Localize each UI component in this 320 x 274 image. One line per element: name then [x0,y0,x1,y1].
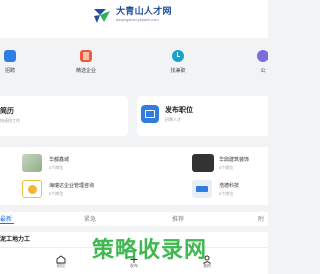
app-page: 大青山人才网 daqingshan.yejiaoli.com 招聘 精选企业 找… [0,0,268,274]
company-item[interactable]: 华鼎建筑装饰 0个岗位 [192,154,268,174]
company-name: 华都鑫城 [49,157,70,163]
site-logo[interactable]: 大青山人才网 daqingshan.yejiaoli.com [91,6,172,26]
category-label: 招聘 [4,68,15,74]
tab-recommended[interactable]: 推荐 [172,214,184,223]
category-recruit[interactable]: 招聘 [0,50,30,74]
category-label: 找兼职 [170,68,186,74]
company-name: 浩德科技 [219,183,240,189]
active-tab-indicator [0,223,14,224]
job-title: 泥工地力工 [0,237,31,243]
category-parttime[interactable]: 找兼职 [158,50,198,74]
post-job-card-title: 发布职位 [165,107,193,114]
company-name: 华鼎建筑装饰 [219,157,250,163]
company-positions: 0个岗位 [49,165,64,170]
company-logo [22,154,42,172]
post-job-card-subtitle: 招聘人才 [165,117,181,122]
logo-title: 大青山人才网 [116,6,172,16]
tab-nearby[interactable]: 附 [258,214,264,223]
briefcase-icon [4,50,16,62]
company-name: 海瑞达企业管理咨询 [49,183,95,189]
job-tabs: 最新 紧急 推荐 附 [0,212,268,226]
resume-card-title: 简历 [0,108,14,115]
person-icon [257,50,268,62]
company-positions: 0个岗位 [49,191,64,196]
company-logo [22,180,42,198]
tab-latest[interactable]: 最新 [0,214,12,223]
company-logo [192,180,212,198]
company-item[interactable]: 浩德科技 0个岗位 [192,180,268,200]
company-item[interactable]: 华都鑫城 0个岗位 [22,154,122,174]
category-companies[interactable]: 精选企业 [66,50,106,74]
company-positions: 0个岗位 [219,191,234,196]
nav-jobs[interactable]: 职位 [46,251,76,269]
company-positions: 0个岗位 [219,165,234,170]
resume-card[interactable]: 简历 快速找工作 [0,96,128,136]
header: 大青山人才网 daqingshan.yejiaoli.com [0,0,268,38]
post-job-card[interactable]: 发布职位 招聘人才 [137,96,268,136]
logo-mark-icon [91,6,113,26]
featured-companies: 华都鑫城 0个岗位 华鼎建筑装饰 0个岗位 海瑞达企业管理咨询 0个岗位 浩德科… [0,147,268,205]
company-item[interactable]: 海瑞达企业管理咨询 0个岗位 [22,180,142,200]
resume-card-subtitle: 快速找工作 [0,118,20,123]
company-logo [192,154,214,172]
watermark-text: 策略收录网 [92,237,208,262]
category-label: 公 [260,68,266,74]
logo-subtitle: daqingshan.yejiaoli.com [116,17,159,22]
category-more[interactable]: 公 [243,50,268,74]
building-icon [80,50,92,62]
home-icon [56,251,66,264]
tab-urgent[interactable]: 紧急 [84,214,96,223]
category-nav: 招聘 精选企业 找兼职 公 [0,50,268,86]
action-cards: 简历 快速找工作 发布职位 招聘人才 [0,96,268,136]
clock-icon [172,50,184,62]
category-label: 精选企业 [75,68,96,74]
post-job-icon [141,105,159,123]
